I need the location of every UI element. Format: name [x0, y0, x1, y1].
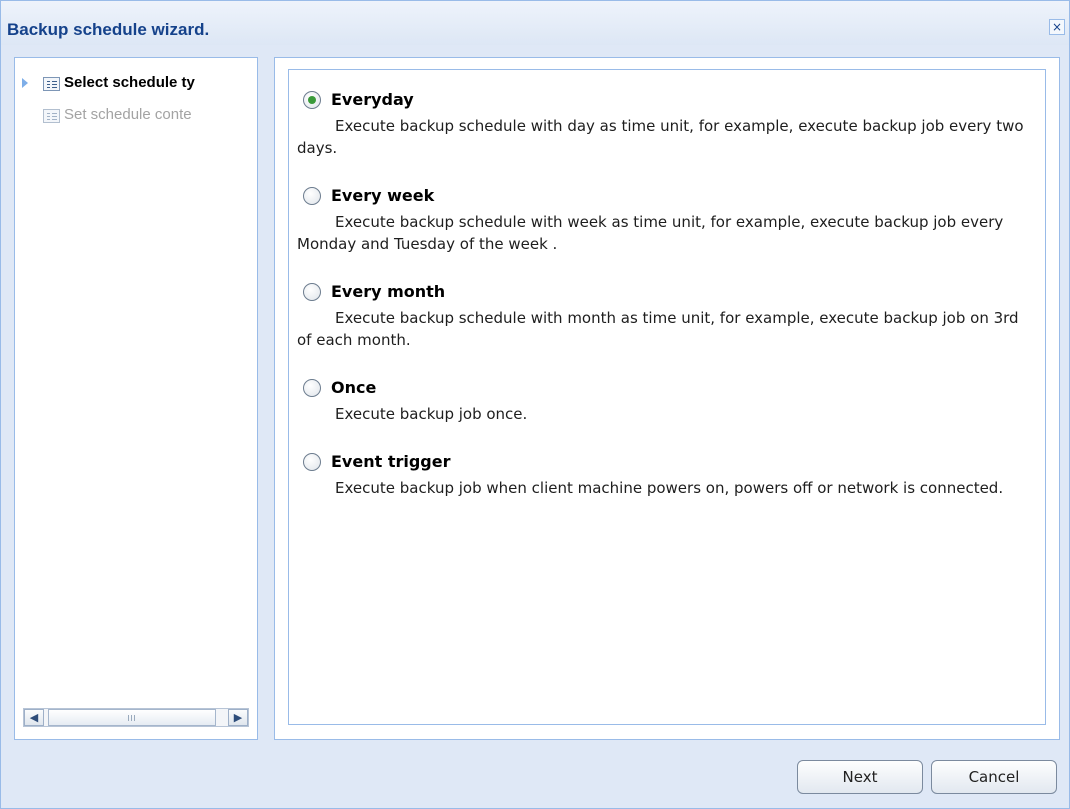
step-select-schedule-type[interactable]: Select schedule ty: [15, 68, 257, 98]
option-description: Execute backup schedule with month as ti…: [297, 309, 1019, 349]
option-title[interactable]: Event trigger: [331, 452, 451, 471]
schedule-type-options: Everyday Execute backup schedule with da…: [288, 69, 1046, 725]
next-button[interactable]: Next: [797, 760, 923, 794]
step-set-schedule-content[interactable]: Set schedule conte: [15, 100, 257, 130]
option-title[interactable]: Every month: [331, 282, 445, 301]
option-description: Execute backup job once.: [335, 405, 528, 423]
cancel-button[interactable]: Cancel: [931, 760, 1057, 794]
content-panel: Everyday Execute backup schedule with da…: [274, 57, 1060, 740]
radio-once[interactable]: [303, 379, 321, 397]
title-bar: Backup schedule wizard. ×: [1, 1, 1069, 45]
document-list-icon: [43, 77, 60, 91]
expand-arrow-icon: [22, 78, 28, 88]
backup-schedule-wizard-window: Backup schedule wizard. × Select schedul…: [0, 0, 1070, 809]
option-description: Execute backup schedule with week as tim…: [297, 213, 1004, 253]
radio-every-month[interactable]: [303, 283, 321, 301]
scroll-left-icon[interactable]: ◀: [24, 709, 44, 726]
scroll-right-icon[interactable]: ▶: [228, 709, 248, 726]
option-description: Execute backup schedule with day as time…: [297, 117, 1024, 157]
window-title: Backup schedule wizard.: [7, 20, 210, 39]
option-title[interactable]: Every week: [331, 186, 434, 205]
scroll-thumb[interactable]: [48, 709, 216, 726]
step-navigation: Select schedule ty Set schedule conte ◀ …: [14, 57, 258, 740]
radio-event-trigger[interactable]: [303, 453, 321, 471]
radio-every-week[interactable]: [303, 187, 321, 205]
radio-everyday[interactable]: [303, 91, 321, 109]
close-icon[interactable]: ×: [1049, 19, 1065, 35]
document-list-icon: [43, 109, 60, 123]
option-title[interactable]: Everyday: [331, 90, 414, 109]
option-title[interactable]: Once: [331, 378, 376, 397]
button-bar: Next Cancel: [1, 742, 1069, 808]
grip-icon: [128, 715, 137, 721]
step-label: Set schedule conte: [64, 106, 192, 123]
option-description: Execute backup job when client machine p…: [335, 479, 1004, 497]
step-label: Select schedule ty: [64, 74, 195, 91]
wizard-body: Select schedule ty Set schedule conte ◀ …: [14, 57, 1060, 740]
horizontal-scrollbar[interactable]: ◀ ▶: [23, 708, 249, 727]
